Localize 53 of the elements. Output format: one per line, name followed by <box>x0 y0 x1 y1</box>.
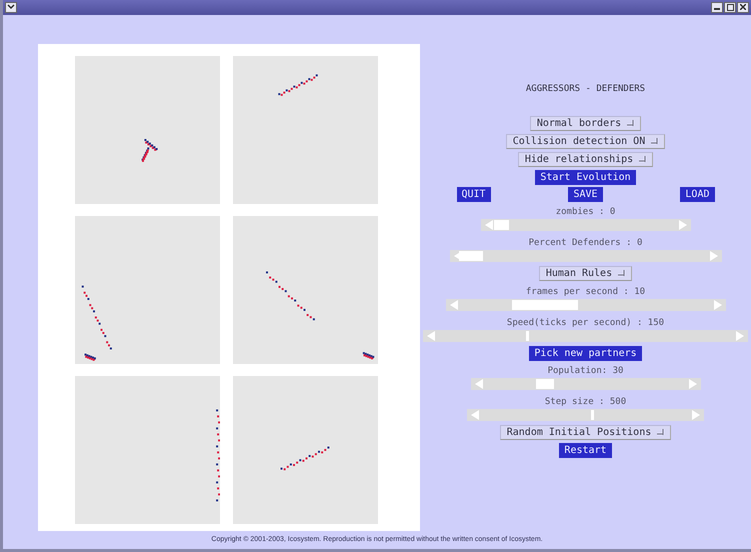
option-menu[interactable]: Normal borders <box>530 116 642 131</box>
slider-label: Speed(ticks per second) : 150 <box>506 318 664 328</box>
slider-track[interactable] <box>470 378 700 390</box>
menu-indicator-icon <box>651 137 658 146</box>
right-arrow-icon[interactable] <box>710 250 718 261</box>
slider-label: zombies : 0 <box>556 206 616 217</box>
slider-thumb[interactable] <box>591 410 594 420</box>
slider-track[interactable] <box>467 408 704 421</box>
right-arrow-icon[interactable] <box>714 300 722 310</box>
left-arrow-icon[interactable] <box>450 300 458 310</box>
left-arrow-icon[interactable] <box>484 220 492 230</box>
close-button[interactable] <box>737 2 749 13</box>
right-arrow-icon[interactable] <box>692 410 700 420</box>
option-menu[interactable]: Collision detection ON <box>506 134 666 149</box>
menu-indicator-icon <box>618 269 626 278</box>
action-button[interactable]: Restart <box>559 442 612 458</box>
right-arrow-icon[interactable] <box>678 220 686 230</box>
app-title: AGGRESSORS - DEFENDERS <box>526 84 646 94</box>
action-button[interactable]: LOAD <box>680 186 714 202</box>
slider-thumb[interactable] <box>494 220 510 230</box>
slider-label: frames per second : 10 <box>526 286 646 297</box>
slider-track[interactable] <box>450 250 722 262</box>
slider-label: Percent Defenders : 0 <box>528 238 642 248</box>
menu-indicator-icon <box>639 155 646 164</box>
close-icon <box>740 4 746 10</box>
menu-indicator-icon <box>627 119 634 128</box>
slider-track[interactable] <box>423 330 748 342</box>
action-button[interactable]: Start Evolution <box>535 170 636 185</box>
menu-indicator-icon <box>657 428 664 436</box>
action-button[interactable]: Pick new partners <box>529 346 642 361</box>
left-arrow-icon[interactable] <box>474 378 482 389</box>
chevron-icon <box>7 4 15 10</box>
option-menu[interactable]: Random Initial Positions <box>500 424 672 440</box>
option-menu[interactable]: Hide relationships <box>518 152 654 167</box>
action-button[interactable]: SAVE <box>568 186 603 202</box>
slider-track[interactable] <box>446 298 726 311</box>
right-arrow-icon[interactable] <box>736 330 744 341</box>
left-arrow-icon[interactable] <box>471 410 479 420</box>
option-menu[interactable]: Human Rules <box>538 266 632 281</box>
action-button[interactable]: QUIT <box>456 186 491 202</box>
slider-thumb[interactable] <box>526 330 530 341</box>
slider-label: Step size : 500 <box>544 396 626 407</box>
slider-thumb[interactable] <box>512 300 578 310</box>
slider-track[interactable] <box>480 218 690 231</box>
slider-thumb[interactable] <box>536 378 554 389</box>
maximize-button[interactable] <box>724 2 736 13</box>
minimize-button[interactable] <box>711 2 723 13</box>
left-arrow-icon[interactable] <box>427 330 435 341</box>
left-arrow-icon[interactable] <box>454 250 462 261</box>
maximize-icon <box>726 4 734 11</box>
slider-label: Population: 30 <box>548 366 624 376</box>
right-arrow-icon[interactable] <box>688 378 696 389</box>
window-menu-button[interactable] <box>5 2 17 13</box>
